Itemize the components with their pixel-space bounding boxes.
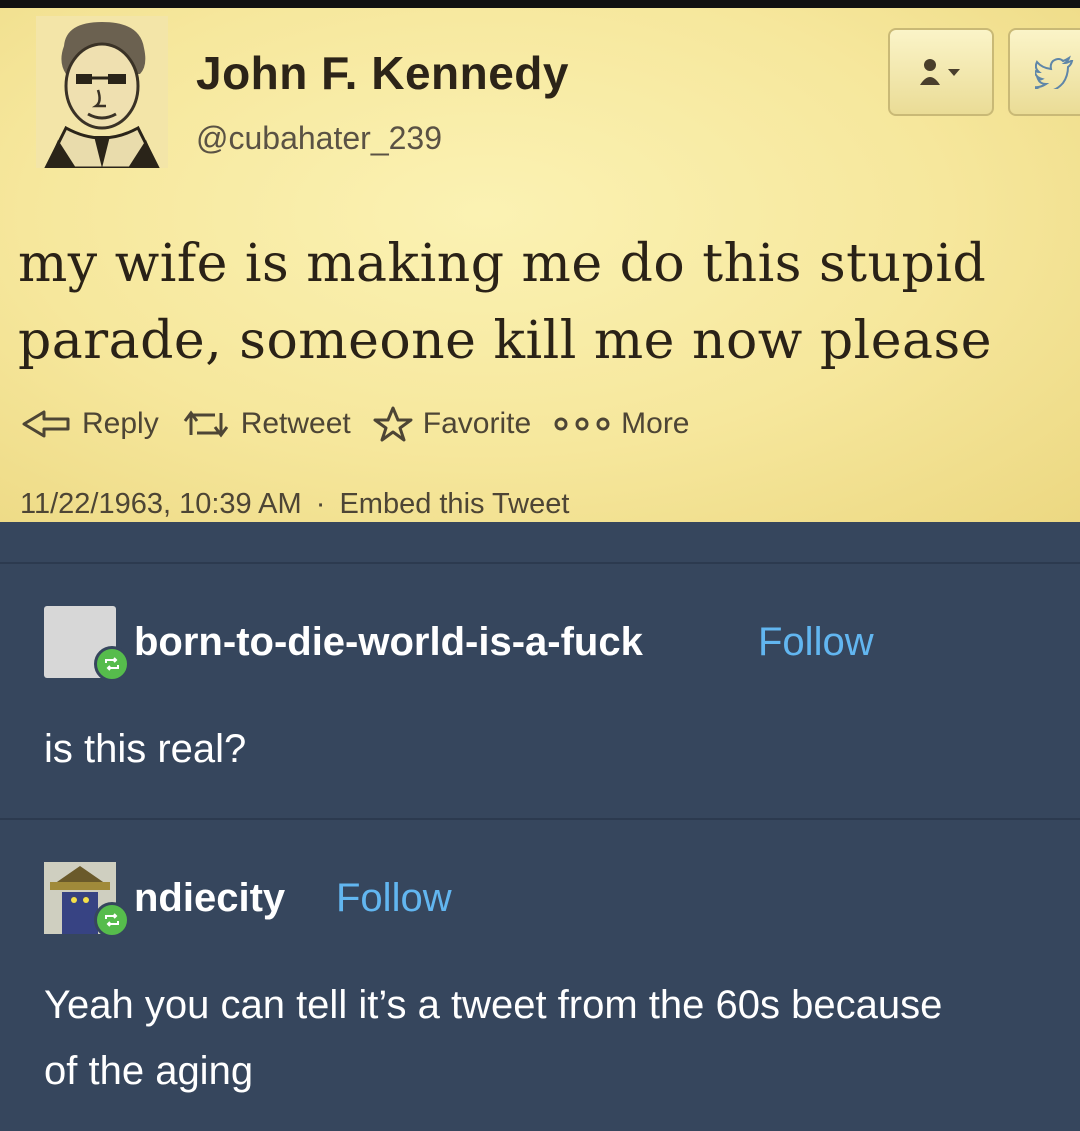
retweet-label: Retweet xyxy=(240,407,351,440)
avatar[interactable] xyxy=(44,862,130,938)
follow-button[interactable]: Follow xyxy=(336,876,452,921)
meta-separator: · xyxy=(315,488,326,520)
reply-button[interactable]: Reply xyxy=(20,407,159,441)
tweet-meta: 11/22/1963, 10:39 AM · Embed this Tweet xyxy=(20,488,569,521)
reblog-badge xyxy=(94,902,130,938)
follow-button[interactable]: Follow xyxy=(758,620,874,665)
reblog-icon xyxy=(105,913,119,927)
tweet-author-handle[interactable]: @cubahater_239 xyxy=(196,120,442,157)
more-button[interactable]: More xyxy=(553,407,690,441)
twitter-bird-icon xyxy=(1035,55,1074,89)
tweet-author-name[interactable]: John F. Kennedy xyxy=(196,46,569,100)
favorite-label: Favorite xyxy=(422,407,532,440)
reblog-badge xyxy=(94,646,130,682)
star-icon xyxy=(373,406,413,442)
tweet-card: John F. Kennedy @cubahater_239 my wife i… xyxy=(0,8,1080,522)
more-dots-icon xyxy=(554,417,610,431)
divider xyxy=(0,818,1080,820)
reblog-icon xyxy=(105,657,119,671)
tweet-avatar xyxy=(36,16,168,170)
divider xyxy=(0,562,1080,564)
retweet-button[interactable]: Retweet xyxy=(181,407,351,441)
comment-username[interactable]: born-to-die-world-is-a-fuck xyxy=(134,620,643,665)
tweet-text: my wife is making me do this stupid para… xyxy=(18,234,992,371)
comment-text: Yeah you can tell it’s a tweet from the … xyxy=(44,983,943,1093)
comment-text: is this real? xyxy=(44,727,247,771)
top-border xyxy=(0,0,1080,8)
reply-icon xyxy=(22,410,70,438)
retweet-icon xyxy=(183,410,228,438)
twitter-bird-button[interactable] xyxy=(1008,28,1080,116)
more-label: More xyxy=(621,407,690,440)
comment-username[interactable]: ndiecity xyxy=(134,876,285,921)
reply-label: Reply xyxy=(82,407,159,440)
avatar[interactable] xyxy=(44,606,130,682)
tweet-actions: Reply Retweet Favorite More xyxy=(20,406,712,442)
tweet-timestamp[interactable]: 11/22/1963, 10:39 AM xyxy=(20,488,302,520)
favorite-button[interactable]: Favorite xyxy=(373,406,531,442)
user-follow-icon xyxy=(920,59,960,85)
follow-user-button[interactable] xyxy=(888,28,994,116)
embed-tweet-link[interactable]: Embed this Tweet xyxy=(339,488,569,520)
